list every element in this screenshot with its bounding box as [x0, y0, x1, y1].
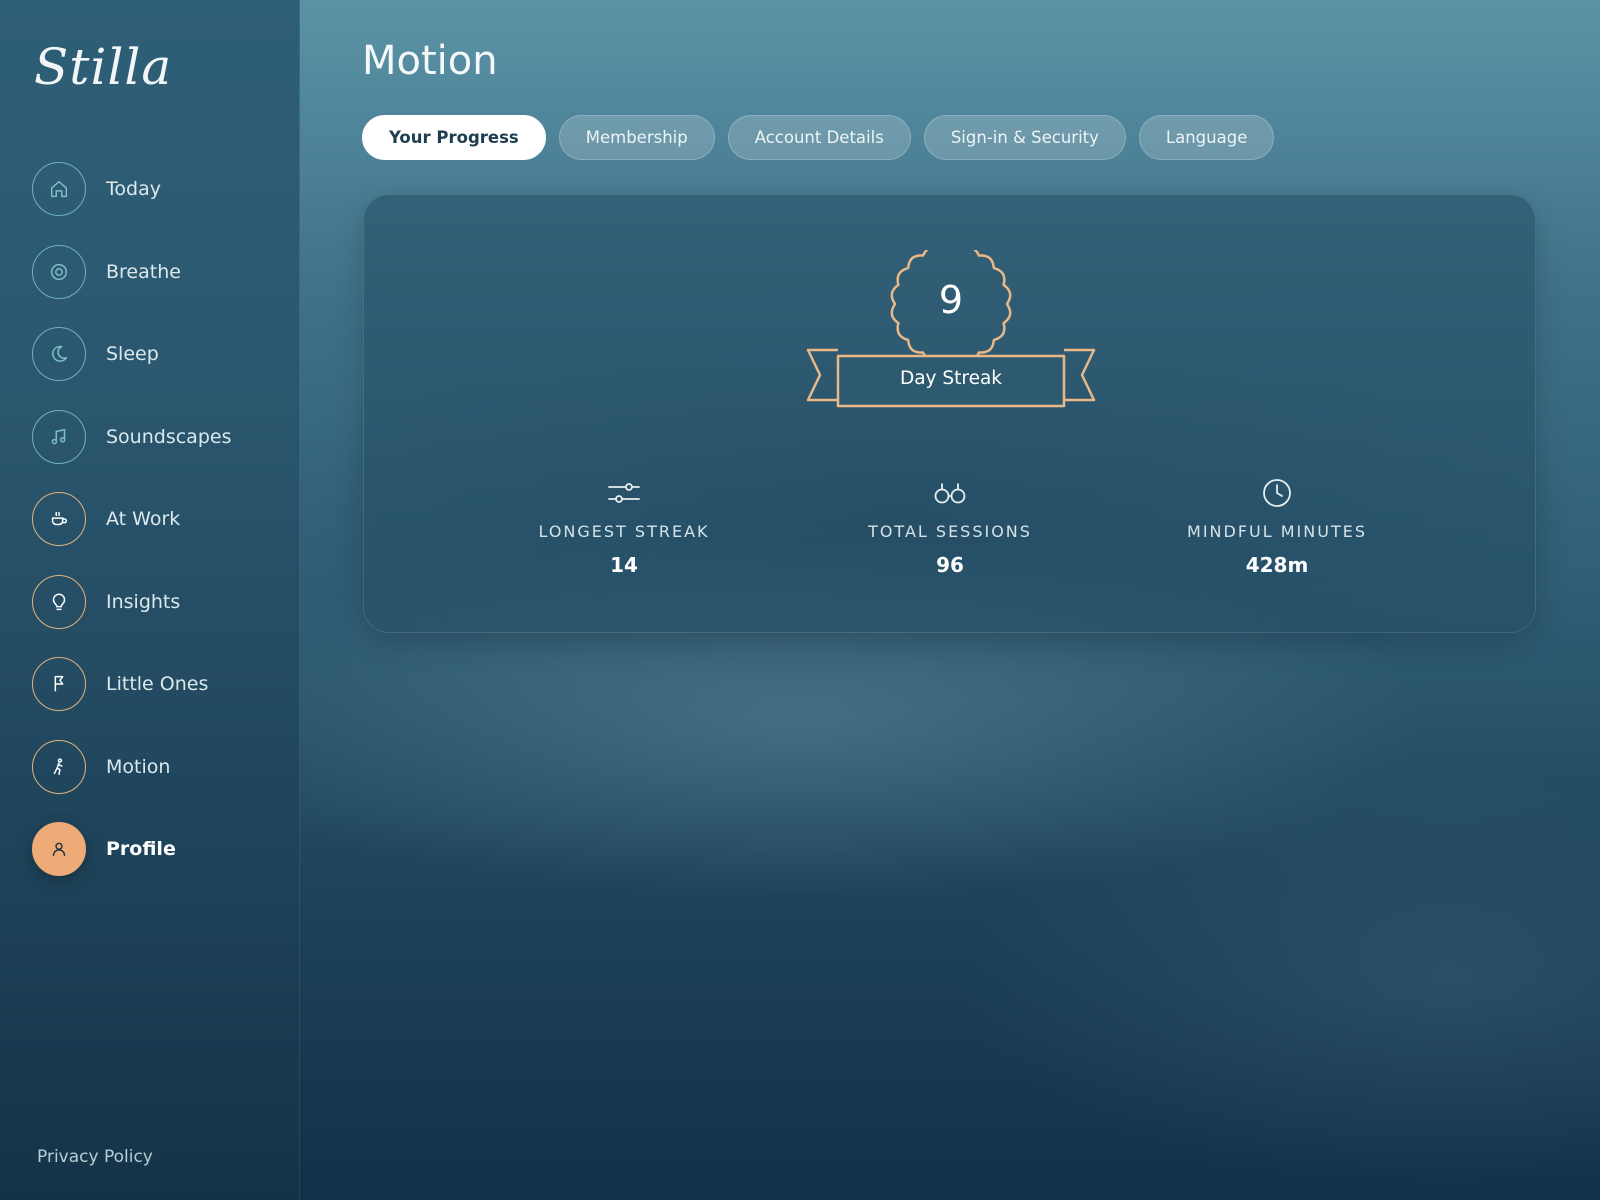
- streak-label: Day Streak: [899, 368, 1003, 389]
- streak-badge: 9 Day Streak: [806, 250, 1096, 410]
- tab-sign-in-security[interactable]: Sign-in & Security: [923, 115, 1126, 160]
- stat-label: TOTAL SESSIONS: [868, 522, 1032, 541]
- sidebar: Stilla Today Breathe Sleep Soundscapes A…: [0, 0, 300, 1200]
- stat-label: LONGEST STREAK: [538, 522, 710, 541]
- stat-longest-streak: LONGEST STREAK 14: [494, 475, 754, 577]
- tab-your-progress[interactable]: Your Progress: [362, 115, 546, 160]
- sidebar-item-label: At Work: [106, 508, 181, 530]
- lightbulb-icon: [32, 574, 86, 629]
- sidebar-item-soundscapes[interactable]: Soundscapes: [32, 409, 232, 464]
- sidebar-item-label: Soundscapes: [106, 425, 232, 448]
- moon-icon: [32, 327, 86, 381]
- sidebar-item-label: Little Ones: [106, 673, 209, 695]
- sidebar-item-label: Breathe: [106, 260, 181, 283]
- sidebar-item-at-work[interactable]: At Work: [32, 492, 231, 546]
- stats-row: LONGEST STREAK 14 TOTAL SESSIONS 96 MIND…: [364, 475, 1537, 595]
- sliders-icon: [608, 483, 640, 503]
- tab-account-details[interactable]: Account Details: [727, 115, 911, 160]
- stat-mindful-minutes: MINDFUL MINUTES 428m: [1147, 475, 1407, 577]
- coffee-cup-icon: [32, 492, 86, 546]
- sidebar-item-motion[interactable]: Motion: [32, 739, 231, 794]
- progress-card: 9 Day Streak LONGEST STREAK 14 TOTAL SES…: [363, 194, 1536, 633]
- stat-value: 428m: [1245, 553, 1309, 577]
- sidebar-nav: Today Breathe Sleep Soundscapes At Work: [32, 162, 231, 905]
- stat-value: 14: [610, 553, 638, 577]
- flag-icon: [32, 657, 86, 711]
- page-title: Motion: [362, 38, 498, 84]
- sidebar-item-label: Insights: [106, 590, 181, 613]
- walking-figure-icon: [32, 739, 86, 794]
- sidebar-item-label: Sleep: [106, 343, 159, 365]
- app-logo: Stilla: [34, 38, 173, 96]
- tab-language[interactable]: Language: [1138, 115, 1275, 160]
- sidebar-item-profile[interactable]: Profile: [32, 822, 231, 876]
- sidebar-item-label: Profile: [106, 838, 176, 860]
- user-icon: [32, 822, 86, 876]
- sidebar-item-sleep[interactable]: Sleep: [32, 327, 231, 381]
- stat-total-sessions: TOTAL SESSIONS 96: [820, 475, 1080, 577]
- sidebar-item-label: Motion: [106, 755, 171, 778]
- profile-tabs: Your Progress Membership Account Details…: [362, 115, 1275, 160]
- streak-count: 9: [938, 278, 964, 322]
- music-note-icon: [32, 409, 86, 464]
- clock-icon: [1263, 479, 1291, 507]
- stat-label: MINDFUL MINUTES: [1187, 522, 1367, 541]
- sidebar-item-today[interactable]: Today: [32, 162, 231, 216]
- sidebar-item-label: Today: [106, 178, 161, 200]
- target-icon: [32, 244, 86, 299]
- sidebar-item-breathe[interactable]: Breathe: [32, 244, 231, 299]
- privacy-policy-link[interactable]: Privacy Policy: [37, 1147, 153, 1167]
- stat-value: 96: [936, 553, 964, 577]
- sidebar-item-insights[interactable]: Insights: [32, 574, 231, 629]
- glasses-icon: [934, 483, 966, 504]
- home-icon: [32, 162, 86, 216]
- tab-membership[interactable]: Membership: [558, 115, 715, 160]
- sidebar-item-little-ones[interactable]: Little Ones: [32, 657, 231, 711]
